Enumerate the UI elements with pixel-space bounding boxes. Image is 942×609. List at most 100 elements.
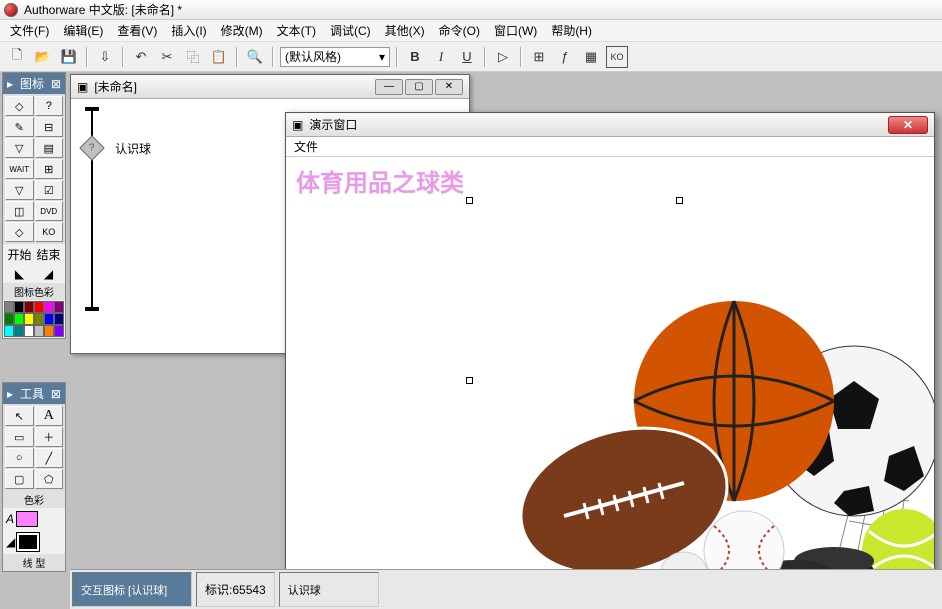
pointer-tool-icon[interactable]: ↖ bbox=[5, 406, 34, 426]
menu-other[interactable]: 其他(X) bbox=[379, 20, 431, 41]
color-swatch[interactable] bbox=[34, 301, 44, 313]
flow-node-interaction[interactable]: ? 认识球 bbox=[83, 139, 151, 157]
selection-handle[interactable] bbox=[466, 197, 473, 204]
separator bbox=[520, 47, 522, 67]
diag-tool-icon[interactable]: ╱ bbox=[35, 448, 64, 468]
motion-icon[interactable]: ? bbox=[35, 96, 64, 116]
menu-modify[interactable]: 修改(M) bbox=[215, 20, 269, 41]
poly-tool-icon[interactable]: ⬠ bbox=[35, 469, 64, 489]
color-swatch[interactable] bbox=[14, 325, 24, 337]
color-swatch[interactable] bbox=[34, 325, 44, 337]
minimize-button[interactable]: — bbox=[375, 79, 403, 95]
open-file-icon[interactable]: 📂 bbox=[32, 46, 54, 68]
end-flag-icon[interactable]: ◢ bbox=[44, 267, 53, 281]
separator bbox=[272, 47, 274, 67]
color-swatch[interactable] bbox=[14, 301, 24, 313]
color-swatch[interactable] bbox=[14, 313, 24, 325]
menu-insert[interactable]: 插入(I) bbox=[165, 20, 212, 41]
menu-edit[interactable]: 编辑(E) bbox=[57, 20, 109, 41]
separator bbox=[396, 47, 398, 67]
color-swatch[interactable] bbox=[4, 313, 14, 325]
display-icon[interactable]: ◇ bbox=[5, 96, 34, 116]
import-icon[interactable]: ⇩ bbox=[94, 46, 116, 68]
bold-button[interactable]: B bbox=[404, 46, 426, 68]
roundrect-tool-icon[interactable]: ▢ bbox=[5, 469, 34, 489]
close-button[interactable]: ✕ bbox=[888, 116, 928, 134]
start-flag-icon[interactable]: ◣ bbox=[15, 267, 24, 281]
find-icon[interactable]: 🔍 bbox=[244, 46, 266, 68]
end-flag-label: 结束 bbox=[36, 246, 60, 263]
ellipse-tool-icon[interactable]: ○ bbox=[5, 448, 34, 468]
menu-help[interactable]: 帮助(H) bbox=[545, 20, 598, 41]
bg-color-swatch[interactable] bbox=[17, 533, 39, 551]
cut-icon[interactable]: ✂ bbox=[156, 46, 178, 68]
window-icon: ▣ bbox=[292, 118, 303, 132]
fill-color-swatch[interactable] bbox=[16, 511, 38, 527]
functions-icon[interactable]: ƒ bbox=[554, 46, 576, 68]
knowledge-icon[interactable]: KO bbox=[606, 46, 628, 68]
color-swatch[interactable] bbox=[54, 313, 64, 325]
wait-icon[interactable]: ⊟ bbox=[35, 117, 64, 137]
app-title: Authorware 中文版: [未命名] * bbox=[24, 1, 182, 18]
variables-icon[interactable]: ▦ bbox=[580, 46, 602, 68]
menu-command[interactable]: 命令(O) bbox=[433, 20, 486, 41]
color-swatch[interactable] bbox=[44, 301, 54, 313]
rect-tool-icon[interactable]: ▭ bbox=[5, 427, 34, 447]
tool-palette: ▸工具⊠ ↖ A ▭ ＋ ○ ╱ ▢ ⬠ 色彩 A ◢ 线 型 bbox=[2, 382, 66, 574]
presentation-heading[interactable]: 体育用品之球类 bbox=[296, 163, 464, 198]
sports-balls-image[interactable] bbox=[434, 231, 934, 591]
navigate-icon[interactable]: ▽ bbox=[5, 138, 34, 158]
presentation-title: 演示窗口 bbox=[309, 116, 357, 133]
color-swatch[interactable] bbox=[44, 313, 54, 325]
menu-file[interactable]: 文件(F) bbox=[4, 20, 55, 41]
color-swatch[interactable] bbox=[24, 301, 34, 313]
presentation-titlebar[interactable]: ▣ 演示窗口 ✕ bbox=[286, 113, 934, 137]
copy-icon[interactable]: ⿻ bbox=[182, 46, 204, 68]
paste-icon[interactable]: 📋 bbox=[208, 46, 230, 68]
color-swatch[interactable] bbox=[54, 301, 64, 313]
menu-window[interactable]: 窗口(W) bbox=[488, 20, 543, 41]
color-swatch[interactable] bbox=[44, 325, 54, 337]
decision-icon[interactable]: WAIT bbox=[5, 159, 34, 179]
undo-icon[interactable]: ↶ bbox=[130, 46, 152, 68]
color-swatch[interactable] bbox=[4, 325, 14, 337]
maximize-button[interactable]: ▢ bbox=[405, 79, 433, 95]
calc-icon[interactable]: ▽ bbox=[5, 180, 34, 200]
pres-menu-file[interactable]: 文件 bbox=[294, 138, 318, 155]
map-icon[interactable]: ☑ bbox=[35, 180, 64, 200]
menu-view[interactable]: 查看(V) bbox=[111, 20, 163, 41]
new-file-icon[interactable]: 🗋 bbox=[6, 46, 28, 68]
interaction-icon[interactable]: ⊞ bbox=[35, 159, 64, 179]
movie-icon[interactable]: ◫ bbox=[5, 201, 34, 221]
control-panel-icon[interactable]: ⊞ bbox=[528, 46, 550, 68]
style-dropdown[interactable]: (默认风格) ▾ bbox=[280, 47, 390, 67]
color-swatch[interactable] bbox=[24, 325, 34, 337]
video-icon[interactable]: ◇ bbox=[5, 222, 34, 242]
color-swatch[interactable] bbox=[24, 313, 34, 325]
underline-button[interactable]: U bbox=[456, 46, 478, 68]
sound-icon[interactable]: DVD bbox=[35, 201, 64, 221]
selection-handle[interactable] bbox=[676, 197, 683, 204]
framework-icon[interactable]: ▤ bbox=[35, 138, 64, 158]
flowline-titlebar[interactable]: ▣ [未命名] — ▢ ✕ bbox=[71, 75, 469, 99]
color-swatch[interactable] bbox=[4, 301, 14, 313]
menu-debug[interactable]: 调试(C) bbox=[324, 20, 377, 41]
flow-end-marker bbox=[85, 307, 99, 311]
run-icon[interactable]: ▷ bbox=[492, 46, 514, 68]
start-flag-label: 开始 bbox=[7, 246, 31, 263]
italic-button[interactable]: I bbox=[430, 46, 452, 68]
palette-header[interactable]: ▸图标⊠ bbox=[3, 73, 65, 94]
ko-icon[interactable]: KO bbox=[35, 222, 64, 242]
status-id: 标识: 65543 bbox=[196, 572, 275, 607]
erase-icon[interactable]: ✎ bbox=[5, 117, 34, 137]
menu-text[interactable]: 文本(T) bbox=[271, 20, 322, 41]
presentation-canvas[interactable]: 体育用品之球类 bbox=[286, 157, 934, 591]
tool-palette-header[interactable]: ▸工具⊠ bbox=[3, 383, 65, 404]
color-swatch[interactable] bbox=[54, 325, 64, 337]
close-button[interactable]: ✕ bbox=[435, 79, 463, 95]
color-swatch[interactable] bbox=[34, 313, 44, 325]
text-tool-icon[interactable]: A bbox=[35, 406, 64, 426]
save-icon[interactable]: 💾 bbox=[58, 46, 80, 68]
line-tool-icon[interactable]: ＋ bbox=[35, 427, 64, 447]
brush-icon: ◢ bbox=[6, 535, 15, 549]
